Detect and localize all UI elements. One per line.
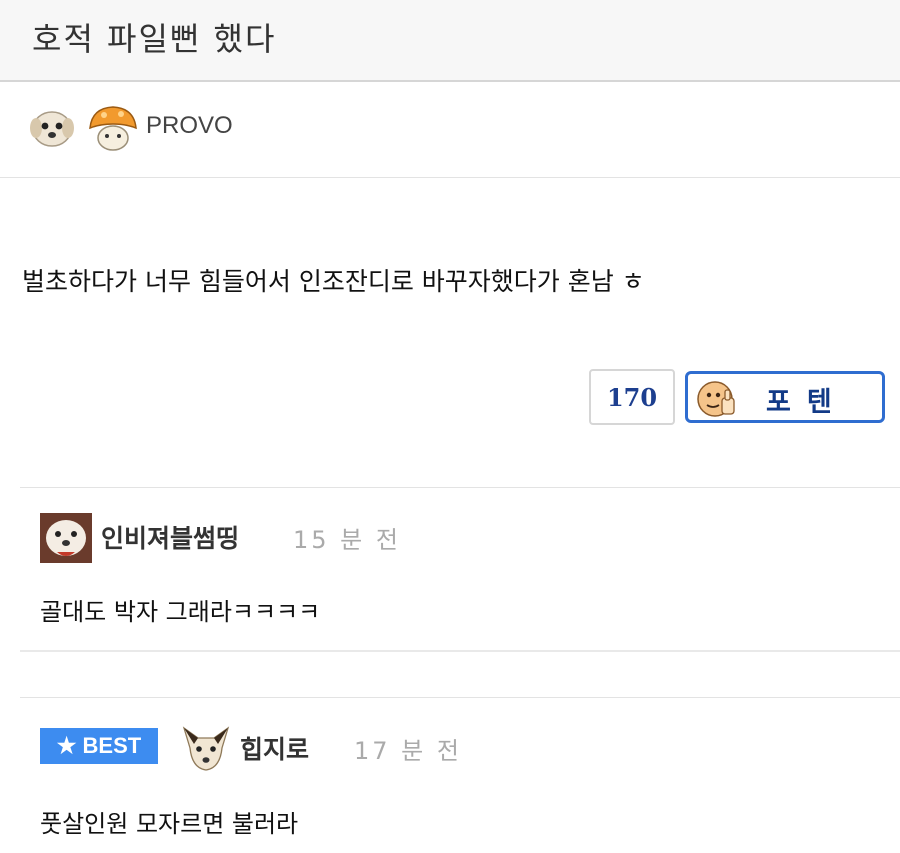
best-badge: ★ BEST — [40, 728, 158, 764]
comment-author[interactable]: 힙지로 — [240, 730, 309, 766]
mushroom-icon — [89, 106, 137, 151]
comment-divider — [20, 487, 900, 488]
puppy-level-icon — [30, 111, 74, 147]
author-row: PROVO — [0, 82, 900, 178]
post-header: 호적 파일뻔 했다 — [0, 0, 900, 82]
post-page: 호적 파일뻔 했다 PROVO 벌초하다가 너무 힘들어서 인조잔디로 바꾸자했… — [0, 0, 900, 853]
comment-time: 15 분 전 — [293, 526, 401, 554]
post-title: 호적 파일뻔 했다 — [32, 20, 277, 58]
poten-vote-button[interactable]: 포텐 — [685, 371, 885, 423]
thumbs-up-face-icon — [697, 381, 735, 417]
best-badge-label: BEST — [82, 733, 142, 758]
vote-count: 170 — [589, 369, 675, 425]
comment-avatar-dog — [182, 726, 230, 771]
comment-divider — [20, 697, 900, 698]
comment-avatar-puppy — [40, 513, 92, 563]
comment-text: 풋살인원 모자르면 불러라 — [40, 810, 299, 838]
comment-text: 골대도 박자 그래라ㅋㅋㅋㅋ — [40, 598, 321, 626]
comment-divider — [20, 650, 900, 652]
comment-time: 17 분 전 — [354, 737, 462, 765]
post-author[interactable]: PROVO — [146, 112, 233, 140]
post-body: 벌초하다가 너무 힘들어서 인조잔디로 바꾸자했다가 혼남 ㅎ — [22, 267, 645, 296]
comment-author[interactable]: 인비져블썸띵 — [101, 519, 239, 555]
poten-label: 포텐 — [766, 387, 848, 418]
star-icon: ★ — [56, 733, 77, 758]
